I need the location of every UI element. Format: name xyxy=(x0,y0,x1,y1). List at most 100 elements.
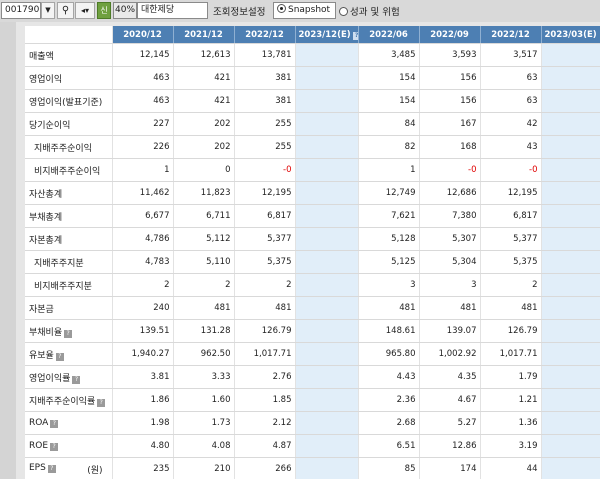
table-cell: 5,112 xyxy=(173,227,235,251)
col-header: 2022/06 xyxy=(358,26,420,44)
row-label-text: 비지배주주순이익 xyxy=(34,166,101,177)
table-cell: 5,377 xyxy=(234,227,296,251)
table-cell: 4,783 xyxy=(112,250,174,274)
table-cell: 255 xyxy=(234,135,296,159)
stock-code-input[interactable]: 001790 xyxy=(1,2,41,19)
table-cell: 84 xyxy=(358,112,420,136)
table-cell: 11,823 xyxy=(173,181,235,205)
table-row: EPS? (원) 235 210 266 85 174 44 xyxy=(25,457,600,479)
table-cell xyxy=(295,342,359,366)
credit-badge[interactable]: 신 xyxy=(97,2,111,19)
row-label-text: 자산총계 xyxy=(29,189,63,200)
table-cell: 126.79 xyxy=(234,319,296,343)
table-cell xyxy=(295,135,359,159)
table-cell xyxy=(295,66,359,90)
code-dropdown-button[interactable]: ▼ xyxy=(41,2,55,19)
help-icon[interactable]: ? xyxy=(47,464,56,473)
table-cell: 6,817 xyxy=(480,204,542,228)
help-icon[interactable]: ? xyxy=(50,443,59,451)
table-cell: 12,195 xyxy=(234,181,296,205)
table-cell: 0 xyxy=(173,158,235,182)
table-cell: 167 xyxy=(419,112,481,136)
row-label: 비지배주주순이익 xyxy=(25,158,113,182)
table-cell: 1.86 xyxy=(112,388,174,412)
table-cell: 227 xyxy=(112,112,174,136)
table-cell: 481 xyxy=(234,296,296,320)
table-cell xyxy=(541,181,600,205)
chevron-down-icon: ▼ xyxy=(45,6,51,14)
help-icon[interactable]: ? xyxy=(55,352,64,361)
table-cell: 43 xyxy=(480,135,542,159)
table-cell xyxy=(295,112,359,136)
snapshot-option[interactable]: Snapshot xyxy=(273,2,336,19)
table-cell: 1 xyxy=(112,158,174,182)
table-cell: 381 xyxy=(234,66,296,90)
table-cell: 421 xyxy=(173,89,235,113)
table-cell: 962.50 xyxy=(173,342,235,366)
col-header: 2020/12 xyxy=(112,26,174,44)
row-label: 자산총계 xyxy=(25,181,113,205)
table-cell: 1.73 xyxy=(173,411,235,435)
table-cell xyxy=(541,365,600,389)
table-cell: 168 xyxy=(419,135,481,159)
table-row: 유보율? 1,940.27 962.50 1,017.71 965.80 1,002.92… xyxy=(25,342,600,366)
content-panel: 2020/12 2021/12 2022/12 2023/12(E)? 2022… xyxy=(16,22,600,479)
table-cell: -0 xyxy=(480,158,542,182)
table-cell: 381 xyxy=(234,89,296,113)
table-cell xyxy=(541,112,600,136)
table-cell: 4.35 xyxy=(419,365,481,389)
settings-link[interactable]: 조회정보설정 xyxy=(213,4,265,18)
stock-list-button[interactable]: ◂▾ xyxy=(75,2,95,19)
table-row: 부채총계 6,677 6,711 6,817 7,621 7,380 6,817 xyxy=(25,204,600,228)
table-cell: 1,017.71 xyxy=(480,342,542,366)
table-cell: 44 xyxy=(480,457,542,479)
table-row: 매출액 12,145 12,613 13,781 3,485 3,593 3,517 xyxy=(25,43,600,67)
search-button[interactable]: ⚲ xyxy=(57,2,74,19)
table-cell: 131.28 xyxy=(173,319,235,343)
table-row: 비지배주주순이익 1 0 -0 1 -0 -0 xyxy=(25,158,600,182)
info-icon[interactable]: ? xyxy=(352,31,357,40)
row-label-text: 영업이익(발표기준) xyxy=(29,97,103,108)
risk-option[interactable]: 성과 및 위험 xyxy=(339,4,400,18)
table-cell: 2 xyxy=(173,273,235,297)
row-label: 당기순이익 xyxy=(25,112,113,136)
table-cell: 3 xyxy=(419,273,481,297)
table-cell: 3,517 xyxy=(480,43,542,67)
table-row: 자본금 240 481 481 481 481 481 xyxy=(25,296,600,320)
table-row: ROE? 4.80 4.08 4.87 6.51 12.86 3.19 xyxy=(25,434,600,458)
table-cell: 5,125 xyxy=(358,250,420,274)
row-label: 지배주주순이익 xyxy=(25,135,113,159)
table-cell: 481 xyxy=(358,296,420,320)
radio-selected-icon xyxy=(277,4,286,13)
row-label-text: 지배주주지분 xyxy=(34,258,84,269)
col-header: 2022/12 xyxy=(234,26,296,44)
financial-table: 2020/12 2021/12 2022/12 2023/12(E)? 2022… xyxy=(25,26,600,479)
table-cell: 1.60 xyxy=(173,388,235,412)
table-cell: 139.51 xyxy=(112,319,174,343)
col-header-estimate: 2023/12(E)? xyxy=(295,26,359,44)
snapshot-label: Snapshot xyxy=(288,5,331,15)
table-cell: 13,781 xyxy=(234,43,296,67)
table-cell: 12,686 xyxy=(419,181,481,205)
row-label: ROE? xyxy=(25,434,113,458)
table-cell: 126.79 xyxy=(480,319,542,343)
table-cell xyxy=(541,250,600,274)
table-cell: 226 xyxy=(112,135,174,159)
table-row: 지배주주지분 4,783 5,110 5,375 5,125 5,304 5,375 xyxy=(25,250,600,274)
row-label: 영업이익(발표기준) xyxy=(25,89,113,113)
help-icon[interactable]: ? xyxy=(50,420,59,428)
col-header: 2023/03(E) xyxy=(541,26,600,44)
table-cell: 5,375 xyxy=(480,250,542,274)
table-cell xyxy=(295,158,359,182)
help-icon[interactable]: ? xyxy=(97,398,106,407)
row-label: 지배주주지분 xyxy=(25,250,113,274)
table-row: ROA? 1.98 1.73 2.12 2.68 5.27 1.36 xyxy=(25,411,600,435)
help-icon[interactable]: ? xyxy=(64,329,73,338)
row-label: 자본총계 xyxy=(25,227,113,251)
table-row: 영업이익 463 421 381 154 156 63 xyxy=(25,66,600,90)
table-cell: 139.07 xyxy=(419,319,481,343)
table-row: 당기순이익 227 202 255 84 167 42 xyxy=(25,112,600,136)
help-icon[interactable]: ? xyxy=(72,375,81,384)
table-cell: -0 xyxy=(419,158,481,182)
table-cell xyxy=(541,158,600,182)
